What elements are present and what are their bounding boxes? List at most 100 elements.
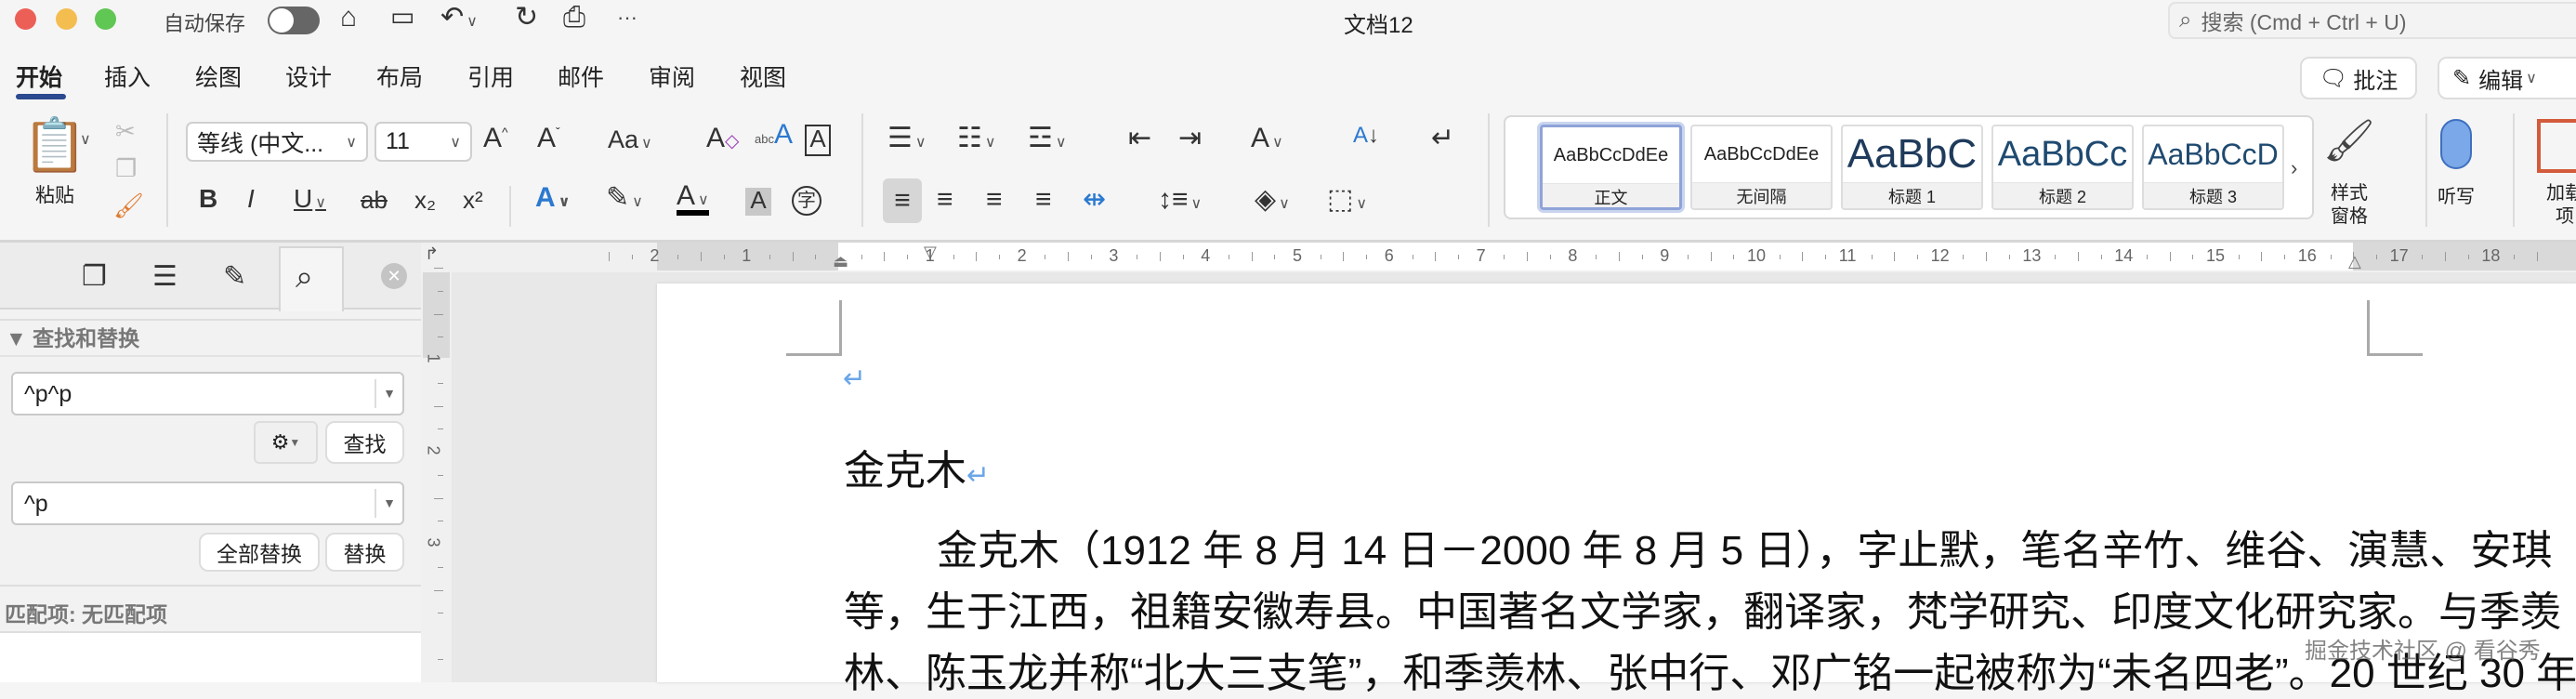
close-window-button[interactable] (15, 8, 36, 30)
replace-all-button[interactable]: 全部替换 (199, 533, 320, 572)
comments-button[interactable]: 🗨 批注 (2300, 57, 2417, 99)
ruler-tick (434, 589, 443, 591)
outline-tab-icon[interactable]: ☰ (152, 263, 177, 291)
body-line[interactable]: 等，生于江西，祖籍安徽寿县。中国著名文学家，翻译家，梵学研究、印度文化研究家。与… (844, 578, 2561, 638)
close-panel-icon[interactable]: ✕ (381, 263, 407, 289)
body-line[interactable]: 林、陈玉龙并称“北大三支笔”，和季羡林、张中行、邓广铭一起被称为“未名四老”。2… (844, 640, 2576, 699)
styles-gallery-next[interactable]: › (2291, 156, 2297, 180)
left-indent-marker[interactable]: ⏏ (833, 252, 848, 271)
multilevel-list-icon[interactable]: ☲ ∨ (1028, 125, 1067, 152)
superscript-button[interactable]: x² (463, 188, 483, 212)
text-effects-abc-icon[interactable]: abcA (755, 121, 793, 149)
reviewing-tab-icon[interactable]: ✎ (223, 263, 246, 291)
dictate-button[interactable]: 听写 (2433, 186, 2479, 209)
tab-1[interactable]: 插入 (104, 59, 151, 93)
font-color-icon[interactable]: A ∨ (677, 182, 709, 216)
search-tab-icon[interactable]: ⌕ (296, 261, 313, 293)
format-painter-icon[interactable]: 🖌 (113, 193, 144, 218)
paste-dropdown[interactable]: ∨ (80, 130, 91, 149)
justify-button[interactable]: ≡ (1035, 186, 1052, 214)
find-replace-header[interactable]: ▼ 查找和替换 (6, 321, 139, 352)
align-left-button[interactable]: ≡ (883, 178, 922, 223)
tab-6[interactable]: 邮件 (558, 59, 604, 93)
replace-history-dropdown[interactable]: ▼ (375, 489, 402, 518)
show-paragraph-marks-icon[interactable]: ↵ (1431, 125, 1454, 152)
home-icon[interactable]: ⌂ (340, 4, 357, 32)
addins-icon[interactable] (2537, 119, 2576, 173)
text-direction-icon[interactable]: A ∨ (1251, 125, 1283, 152)
tab-2[interactable]: 绘图 (195, 59, 242, 93)
addins-button[interactable]: 加载 项 (2537, 182, 2576, 229)
replace-input[interactable]: ^p ▼ (11, 481, 404, 525)
ruler-tick (884, 252, 886, 261)
find-input[interactable]: ^p^p ▼ (11, 372, 404, 415)
redo-icon[interactable]: ↻ (515, 4, 538, 32)
shading-icon[interactable]: ◈ ∨ (1255, 186, 1290, 214)
undo-icon[interactable]: ↶ ∨ (440, 4, 478, 32)
tab-0[interactable]: 开始 (16, 59, 62, 93)
more-icon[interactable]: ··· (617, 6, 637, 30)
editing-button[interactable]: ✎ 编辑 ∨ (2438, 57, 2576, 99)
align-center-button[interactable]: ≡ (937, 186, 953, 214)
find-button[interactable]: 查找 (325, 421, 404, 464)
tab-stop-selector[interactable]: ↱ (425, 244, 439, 264)
grow-font-icon[interactable]: A^ (483, 125, 508, 152)
save-icon[interactable]: ▭ (390, 4, 414, 30)
font-name-select[interactable]: 等线 (中文... ∨ (186, 122, 368, 162)
align-right-button[interactable]: ≡ (986, 186, 1003, 214)
search-box[interactable]: ⌕ 搜索 (Cmd + Ctrl + U) (2168, 2, 2576, 39)
body-line[interactable]: 金克木（1912 年 8 月 14 日－2000 年 8 月 5 日），字止默，… (937, 517, 2552, 576)
styles-pane-icon[interactable]: 🖌 (2323, 121, 2375, 162)
line-spacing-icon[interactable]: ↕≡ ∨ (1158, 186, 1202, 214)
document-heading[interactable]: 金克木↵ (844, 437, 990, 496)
style-0[interactable]: AaBbCcDdEe 正文 (1540, 125, 1682, 210)
style-1[interactable]: AaBbCcDdEe 无间隔 (1690, 125, 1833, 210)
bullets-icon[interactable]: ☰ ∨ (887, 125, 927, 152)
decrease-indent-icon[interactable]: ⇤ (1128, 125, 1151, 152)
right-indent-marker[interactable]: △ (2348, 252, 2361, 271)
tab-4[interactable]: 布局 (376, 59, 423, 93)
underline-button[interactable]: U ∨ (294, 186, 326, 212)
style-4[interactable]: AaBbCcD 标题 3 (2142, 125, 2284, 210)
highlight-icon[interactable]: ✎ ∨ (606, 184, 643, 212)
text-effects-icon[interactable]: A ∨ (535, 184, 571, 212)
sort-icon[interactable]: A↓ (1353, 125, 1379, 147)
paste-icon[interactable]: 📋 (22, 119, 87, 171)
increase-indent-icon[interactable]: ⇥ (1178, 125, 1202, 152)
microphone-icon[interactable] (2440, 119, 2472, 169)
strikethrough-button[interactable]: ab (361, 188, 388, 212)
style-3[interactable]: AaBbCc 标题 2 (1991, 125, 2134, 210)
ruler-tick (1182, 254, 1184, 259)
minimize-window-button[interactable] (56, 8, 77, 30)
zoom-window-button[interactable] (95, 8, 116, 30)
bold-button[interactable]: B (199, 186, 217, 212)
numbering-icon[interactable]: ☷ ∨ (957, 125, 996, 152)
search-options-button[interactable]: ⚙ ▼ (254, 421, 318, 464)
character-border-icon[interactable]: A (805, 125, 831, 156)
tab-7[interactable]: 审阅 (649, 59, 695, 93)
font-size-select[interactable]: 11 ∨ (375, 122, 472, 162)
clear-formatting-icon[interactable]: A◇ (706, 125, 739, 152)
character-shading-icon[interactable]: A (745, 188, 771, 216)
autosave-toggle[interactable] (268, 7, 320, 34)
subscript-button[interactable]: x₂ (414, 188, 436, 212)
thumbnails-tab-icon[interactable]: ❐ (82, 263, 107, 291)
change-case-button[interactable]: Aa ∨ (608, 127, 652, 152)
vertical-ruler[interactable]: 1 2 3 (421, 268, 452, 682)
tab-5[interactable]: 引用 (467, 59, 514, 93)
horizontal-ruler[interactable]: ↱ ⏏ ▽ △ 2 1 1 2 3 4 5 6 7 8 9 10 11 12 13 14 15 16 17 18 (421, 243, 2576, 272)
tab-3[interactable]: 设计 (285, 59, 332, 93)
find-history-dropdown[interactable]: ▼ (375, 379, 402, 408)
borders-icon[interactable]: ⬚ ∨ (1327, 186, 1367, 214)
copy-icon[interactable]: ❐ (115, 156, 137, 180)
print-icon[interactable]: ⎙ (563, 4, 585, 32)
styles-pane-button[interactable]: 样式 窗格 (2321, 182, 2377, 229)
cut-icon[interactable]: ✂ (115, 119, 136, 143)
tab-8[interactable]: 视图 (740, 59, 786, 93)
shrink-font-icon[interactable]: Aˇ (537, 125, 560, 152)
italic-button[interactable]: I (247, 186, 255, 212)
style-2[interactable]: AaBbC 标题 1 (1841, 125, 1983, 210)
distributed-button[interactable]: ⇹ (1083, 186, 1106, 214)
enclose-characters-icon[interactable]: 字 (792, 186, 821, 216)
replace-button[interactable]: 替换 (325, 533, 404, 572)
